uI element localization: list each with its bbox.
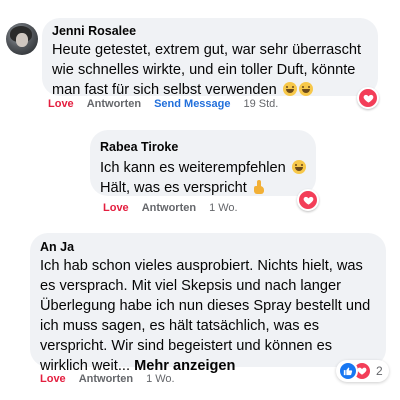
avatar-face [16,33,28,47]
reaction-summary[interactable]: 2 [336,360,389,382]
comment-text: Ich kann es weiterempfehlen Hält, was es… [100,158,315,198]
comment-body: Hält, was es verspricht [100,180,247,196]
like-reaction-icon [338,361,358,381]
thumbs-up-icon [253,180,265,194]
grinning-face-icon [291,160,306,174]
see-more-link[interactable]: Mehr anzeigen [134,358,235,374]
reply-button[interactable]: Antworten [87,98,141,110]
comment-body: Ich hab schon vieles ausprobiert. Nichts… [40,258,371,374]
comment-author[interactable]: Rabea Tiroke [100,140,178,154]
timestamp[interactable]: 19 Std. [244,98,279,110]
timestamp[interactable]: 1 Wo. [209,202,238,214]
timestamp[interactable]: 1 Wo. [146,373,175,385]
comment-text: Heute getestet, extrem gut, war sehr übe… [52,40,382,100]
love-button[interactable]: Love [103,202,129,214]
comment-actions: Love Antworten 1 Wo. [40,373,188,385]
comment-actions: Love Antworten Send Message 19 Std. [48,98,291,110]
reply-button[interactable]: Antworten [79,373,133,385]
comment-line: Ich kann es weiterempfehlen [100,158,315,178]
love-button[interactable]: Love [48,98,74,110]
comment-bubble: Jenni Rosalee Heute getestet, extrem gut… [42,18,378,98]
send-message-button[interactable]: Send Message [154,98,230,110]
heart-reaction-icon[interactable] [357,87,379,109]
heart-reaction-icon[interactable] [297,189,319,211]
grinning-face-sweat-icon [298,82,313,96]
love-button[interactable]: Love [40,373,66,385]
comment-line: Hält, was es verspricht [100,178,315,198]
comment-actions: Love Antworten 1 Wo. [103,202,251,214]
comment-body: Ich kann es weiterempfehlen [100,160,286,176]
comment-author[interactable]: An Ja [40,240,74,254]
avatar[interactable] [6,23,38,55]
reaction-count: 2 [376,364,383,378]
reply-button[interactable]: Antworten [142,202,196,214]
comment-author[interactable]: Jenni Rosalee [52,24,136,38]
grinning-face-icon [282,82,297,96]
comment-bubble: An Ja Ich hab schon vieles ausprobiert. … [30,233,386,374]
comment-bubble: Rabea Tiroke Ich kann es weiterempfehlen… [90,130,316,196]
comment-body: Heute getestet, extrem gut, war sehr übe… [52,42,362,98]
comment-text: Ich hab schon vieles ausprobiert. Nichts… [40,256,382,376]
